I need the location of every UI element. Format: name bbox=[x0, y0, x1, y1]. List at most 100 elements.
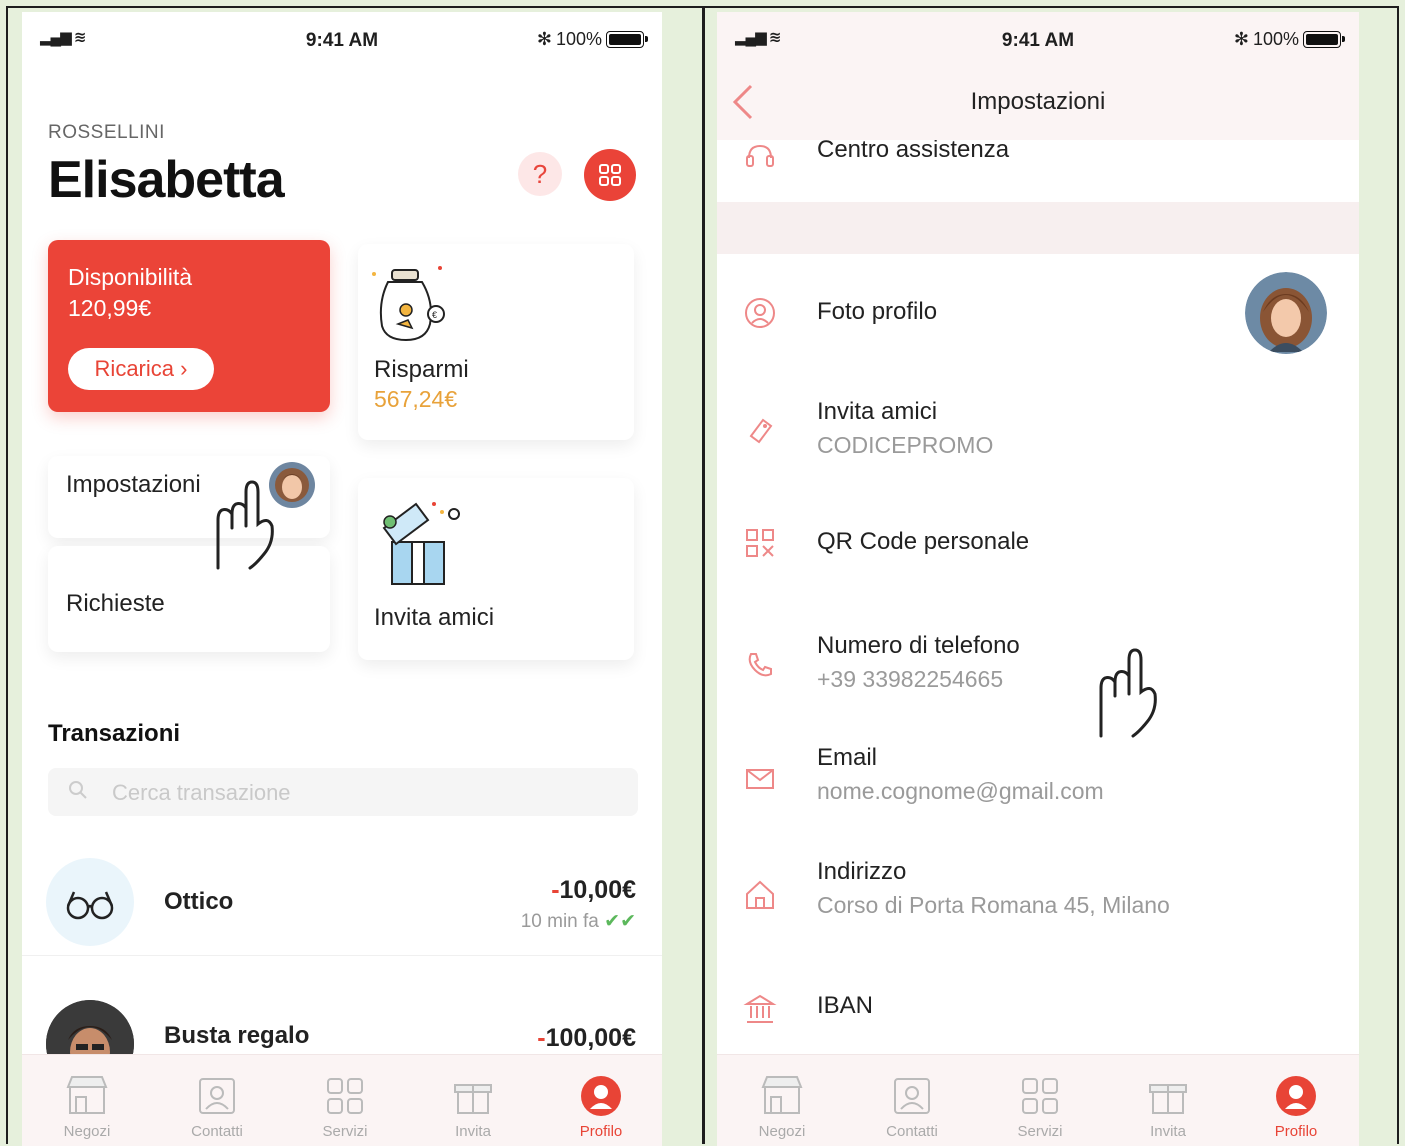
tab-label: Negozi bbox=[63, 1123, 111, 1140]
store-icon bbox=[66, 1076, 108, 1114]
battery-icon bbox=[1303, 31, 1345, 48]
row-label: QR Code personale bbox=[817, 528, 1030, 555]
page-title: Impostazioni bbox=[970, 88, 1106, 115]
glasses-icon bbox=[46, 858, 134, 946]
tab-label: Contatti bbox=[886, 1123, 938, 1140]
profile-icon bbox=[1276, 1076, 1316, 1116]
status-bar: ▂▄▆ ≋ 9:41 AM ✻ 100% bbox=[22, 12, 662, 68]
tab-servizi[interactable]: Servizi bbox=[985, 1073, 1095, 1140]
gift-icon bbox=[454, 1084, 492, 1114]
help-button[interactable]: ? bbox=[518, 152, 562, 196]
savings-label: Risparmi bbox=[374, 356, 469, 383]
battery-percent: 100% bbox=[1252, 29, 1299, 49]
contacts-icon bbox=[894, 1078, 930, 1114]
transaction-search-input[interactable]: Cerca transazione bbox=[48, 768, 638, 816]
row-label: Foto profilo bbox=[817, 298, 938, 325]
transaction-name: Busta regalo bbox=[164, 1022, 310, 1049]
status-bar: ▂▄▆ ≋ 9:41 AM ✻ 100% bbox=[717, 12, 1359, 68]
tab-label: Profilo bbox=[1274, 1123, 1318, 1140]
invite-friends-label: Invita amici bbox=[374, 604, 495, 631]
amount-value: 100,00€ bbox=[545, 1024, 636, 1052]
user-surname: ROSSELLINI bbox=[48, 122, 165, 143]
settings-row-iban[interactable]: IBAN bbox=[717, 972, 1359, 1046]
tab-label: Profilo bbox=[579, 1123, 623, 1140]
tab-negozi[interactable]: Negozi bbox=[32, 1073, 142, 1140]
tab-profilo[interactable]: Profilo bbox=[1241, 1073, 1351, 1140]
navigation-bar: Impostazioni bbox=[717, 68, 1359, 140]
balance-amount: 120,99€ bbox=[68, 295, 152, 321]
settings-row-email[interactable]: Email nome.cognome@gmail.com bbox=[717, 728, 1359, 828]
phone-icon bbox=[748, 653, 772, 677]
tab-label: Servizi bbox=[1017, 1123, 1063, 1140]
contacts-icon bbox=[199, 1078, 235, 1114]
row-label: IBAN bbox=[817, 992, 874, 1019]
qr-code-icon bbox=[746, 529, 774, 557]
store-icon bbox=[761, 1076, 803, 1114]
row-label: Indirizzo bbox=[817, 858, 907, 885]
row-label: Invita amici bbox=[817, 398, 938, 425]
savings-amount: 567,24€ bbox=[374, 386, 458, 412]
tab-contatti[interactable]: Contatti bbox=[857, 1073, 967, 1140]
transactions-heading: Transazioni bbox=[48, 720, 181, 747]
balance-card[interactable]: Disponibilità 120,99€ Ricarica › bbox=[48, 240, 330, 412]
transaction-row[interactable]: Ottico -10,00€ 10 min fa ✔✔ bbox=[22, 846, 662, 956]
tab-label: Invita bbox=[1150, 1123, 1186, 1140]
bluetooth-icon: ✻ bbox=[536, 29, 552, 49]
mail-icon bbox=[746, 769, 774, 789]
tab-bar: Negozi Contatti Servizi Invita Profilo bbox=[717, 1054, 1359, 1146]
left-screen-frame: ▂▄▆ ≋ 9:41 AM ✻ 100% ROSSELLINI Elisabet… bbox=[6, 6, 704, 1146]
row-value: CODICEPROMO bbox=[817, 432, 994, 458]
tab-profilo[interactable]: Profilo bbox=[546, 1073, 656, 1140]
profile-icon bbox=[581, 1076, 621, 1116]
topup-button[interactable]: Ricarica › bbox=[68, 348, 214, 390]
bank-icon bbox=[743, 994, 777, 1023]
services-icon bbox=[327, 1078, 363, 1114]
settings-row-phone[interactable]: Numero di telefono +39 33982254665 bbox=[717, 616, 1359, 716]
tab-negozi[interactable]: Negozi bbox=[727, 1073, 837, 1140]
row-value: +39 33982254665 bbox=[817, 666, 1004, 692]
tab-label: Contatti bbox=[191, 1123, 243, 1140]
qr-code-button[interactable] bbox=[584, 149, 636, 201]
gift-box-icon bbox=[382, 502, 460, 585]
tap-hand-icon bbox=[216, 480, 274, 570]
transaction-amount: -10,00€ bbox=[551, 876, 636, 905]
settings-row-qr[interactable]: QR Code personale bbox=[717, 498, 1359, 588]
requests-label: Richieste bbox=[66, 590, 165, 617]
battery-status: ✻ 100% bbox=[536, 29, 648, 50]
tab-label: Servizi bbox=[322, 1123, 368, 1140]
settings-row-invite[interactable]: Invita amici CODICEPROMO bbox=[717, 382, 1359, 482]
battery-status: ✻ 100% bbox=[1233, 29, 1345, 50]
profile-photo[interactable] bbox=[1245, 272, 1327, 354]
invite-friends-card[interactable]: Invita amici bbox=[358, 478, 634, 660]
settings-screen: ▂▄▆ ≋ 9:41 AM ✻ 100% Centro assistenza I… bbox=[717, 12, 1359, 1146]
services-icon bbox=[1022, 1078, 1058, 1114]
tab-servizi[interactable]: Servizi bbox=[290, 1073, 400, 1140]
tab-invita[interactable]: Invita bbox=[1113, 1073, 1223, 1140]
tap-hand-icon bbox=[1099, 648, 1157, 738]
search-icon bbox=[69, 781, 87, 799]
home-icon bbox=[746, 880, 774, 909]
tab-bar: Negozi Contatti Servizi Invita Profilo bbox=[22, 1054, 662, 1146]
row-value: nome.cognome@gmail.com bbox=[817, 778, 1104, 804]
profile-icon bbox=[745, 298, 775, 328]
amount-value: 10,00€ bbox=[559, 876, 636, 904]
savings-card[interactable]: € Risparmi 567,24€ bbox=[358, 244, 634, 440]
row-label: Numero di telefono bbox=[817, 632, 1020, 659]
row-label: Email bbox=[817, 744, 878, 771]
settings-label: Impostazioni bbox=[66, 471, 201, 498]
tab-contatti[interactable]: Contatti bbox=[162, 1073, 272, 1140]
right-screen-frame: ▂▄▆ ≋ 9:41 AM ✻ 100% Centro assistenza I… bbox=[703, 6, 1399, 1146]
qr-code-icon bbox=[599, 164, 621, 186]
transaction-name: Ottico bbox=[164, 888, 234, 915]
amount-sign: - bbox=[551, 876, 560, 904]
savings-jar-icon: € bbox=[372, 266, 445, 342]
settings-row-address[interactable]: Indirizzo Corso di Porta Romana 45, Mila… bbox=[717, 842, 1359, 942]
balance-label: Disponibilità bbox=[68, 264, 193, 290]
amount-sign: - bbox=[537, 1024, 546, 1052]
tab-label: Negozi bbox=[758, 1123, 806, 1140]
support-icon bbox=[746, 144, 774, 167]
tab-invita[interactable]: Invita bbox=[418, 1073, 528, 1140]
row-value: Corso di Porta Romana 45, Milano bbox=[817, 892, 1170, 918]
double-check-icon: ✔✔ bbox=[604, 911, 636, 932]
bluetooth-icon: ✻ bbox=[1233, 29, 1249, 49]
